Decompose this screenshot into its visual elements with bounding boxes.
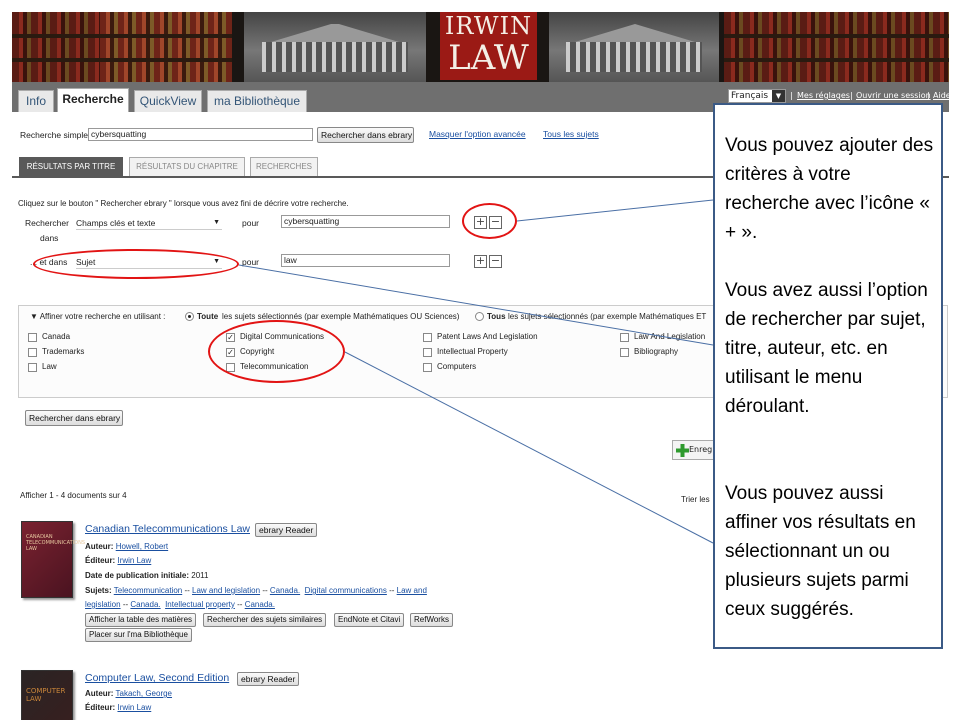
annotation-callout: Vous pouvez ajouter des critères à votre… (713, 103, 943, 649)
leader-line (344, 351, 714, 544)
leader-line (516, 199, 714, 222)
callout-paragraph-3: Vous pouvez aussi affiner vos résultats … (725, 483, 916, 620)
leader-line (238, 264, 714, 346)
callout-paragraph-2: Vous avez aussi l’option de rechercher p… (725, 280, 928, 417)
callout-paragraph-1: Vous pouvez ajouter des critères à votre… (725, 135, 934, 243)
